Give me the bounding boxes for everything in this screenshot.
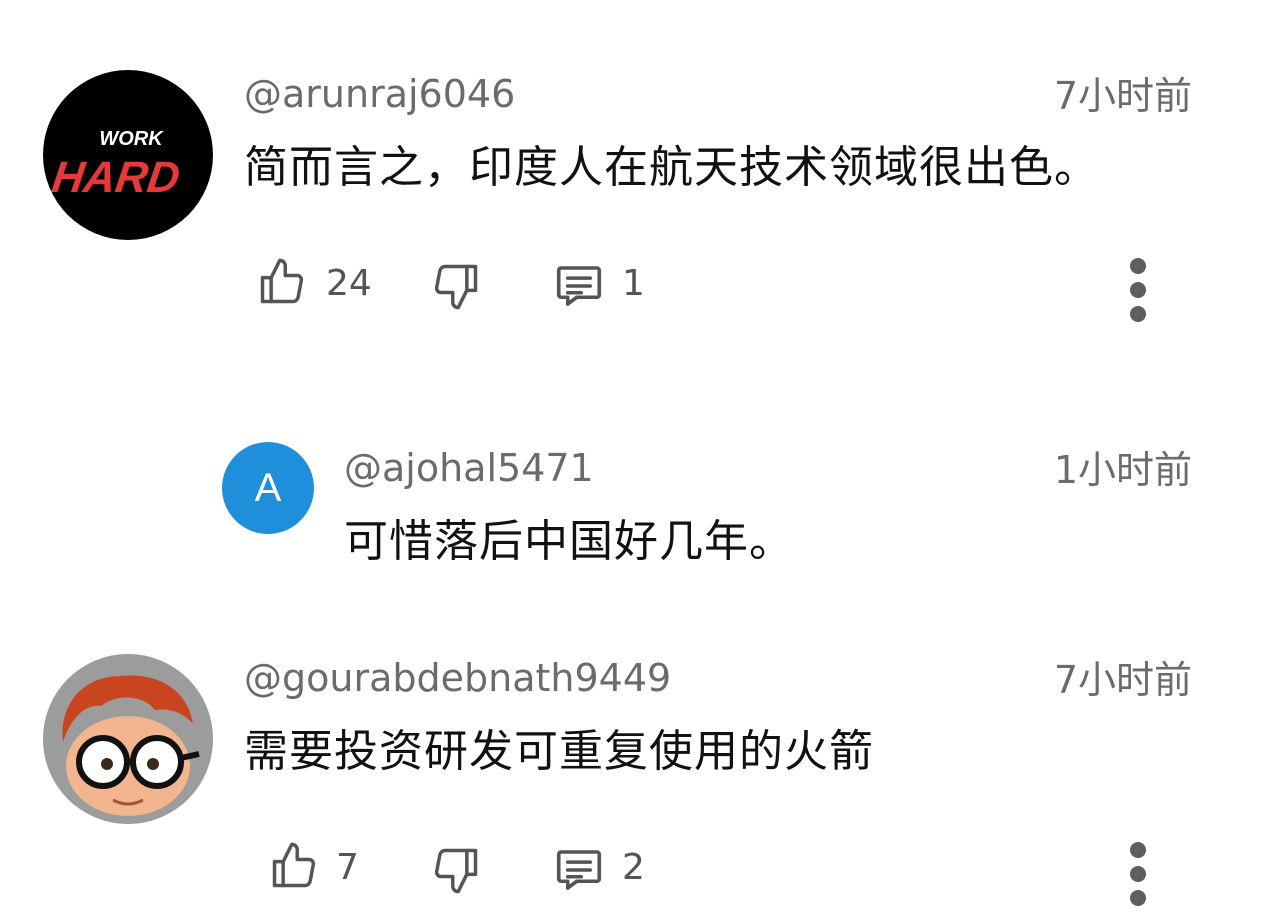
- cartoon-boy-avatar: [43, 654, 213, 824]
- work-hard-logo: WORK HARD: [49, 128, 183, 202]
- more-dot: [1130, 890, 1146, 906]
- comment-icon: [556, 850, 602, 890]
- avatar-letter: A: [254, 466, 282, 510]
- thumbs-down-icon: [434, 848, 478, 894]
- thumbs-up-icon: [260, 258, 304, 304]
- comment-author[interactable]: @ajohal5471: [344, 446, 594, 490]
- comment-icon: [556, 266, 602, 306]
- more-options-button[interactable]: [1118, 252, 1158, 332]
- reply-count: 2: [622, 847, 645, 888]
- more-vertical-icon: [1130, 258, 1146, 274]
- more-dot: [1130, 866, 1146, 882]
- comment-timestamp: 7小时前: [1053, 658, 1192, 702]
- reply-button[interactable]: [552, 842, 608, 898]
- comment-author[interactable]: @arunraj6046: [244, 72, 515, 116]
- svg-text:WORK: WORK: [99, 128, 164, 150]
- comment-author[interactable]: @gourabdebnath9449: [244, 656, 671, 700]
- comment-timestamp: 1小时前: [1053, 448, 1192, 492]
- like-count: 24: [326, 263, 372, 304]
- more-vertical-icon: [1130, 842, 1146, 858]
- dislike-button[interactable]: [430, 258, 484, 314]
- more-dot: [1130, 306, 1146, 322]
- comment-text: 需要投资研发可重复使用的火箭: [244, 726, 874, 777]
- more-dot: [1130, 282, 1146, 298]
- thumbs-down-icon: [434, 264, 478, 310]
- comments-page: WORK HARD @arunraj6046 7小时前 简而言之，印度人在航天技…: [0, 0, 1280, 917]
- like-button[interactable]: [268, 838, 322, 894]
- dislike-button[interactable]: [430, 842, 484, 898]
- avatar[interactable]: [43, 654, 213, 824]
- svg-text:HARD: HARD: [49, 153, 183, 202]
- thumbs-up-icon: [272, 842, 316, 888]
- avatar[interactable]: A: [222, 442, 314, 534]
- avatar[interactable]: WORK HARD: [43, 70, 213, 240]
- reply-count: 1: [622, 263, 645, 304]
- like-button[interactable]: [256, 254, 310, 310]
- more-options-button[interactable]: [1118, 836, 1158, 916]
- comment-text: 简而言之，印度人在航天技术领域很出色。: [244, 142, 1099, 193]
- reply-button[interactable]: [552, 258, 608, 314]
- comment-text: 可惜落后中国好几年。: [344, 516, 794, 567]
- like-count: 7: [336, 847, 359, 888]
- comment-timestamp: 7小时前: [1053, 74, 1192, 118]
